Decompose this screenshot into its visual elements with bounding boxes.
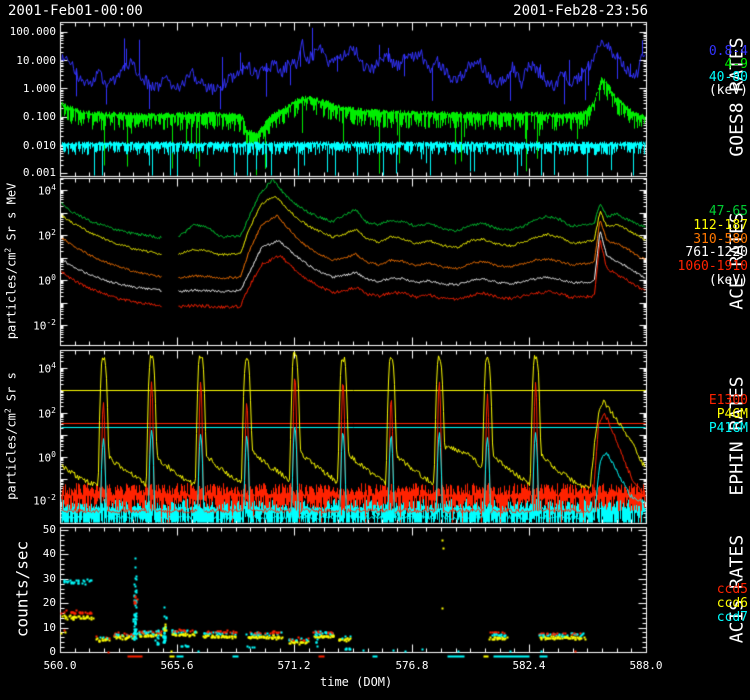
ephin-ytick-label: 100 [38,449,56,461]
ephin-ytick-label: 10-2 [33,492,56,504]
end-time-label: 2001-Feb28-23:56 [513,3,648,19]
ace-ytick-label: 10-2 [33,317,56,329]
plot-canvas [0,0,750,700]
x-tick-label: 560.0 [37,659,83,672]
ephin-ytick-label: 104 [38,360,56,372]
start-time-label: 2001-Feb01-00:00 [8,3,143,19]
ace-legend-item: 47-65 [709,205,748,218]
ephin-y-axis-title: particles/cm2 Sr s [4,372,19,500]
acis-y-axis-title: counts/sec [13,541,32,637]
ace-legend-item: 761-1220 [685,246,748,259]
acis-legend-item: ccd5 [717,583,748,596]
ace-legend-unit: (keV) [709,274,748,287]
ephin-ytick-label: 102 [38,405,56,417]
x-tick-label: 565.6 [154,659,200,672]
goes-legend-unit: (keV) [709,84,748,97]
acis-ytick-label: 50 [43,524,56,536]
ephin-legend-item: P41GM [709,422,748,435]
acis-ytick-label: 30 [43,573,56,585]
plot-root: 2001-Feb01-00:00 2001-Feb28-23:56 100.00… [0,0,750,700]
acis-ytick-label: 40 [43,548,56,560]
goes-ytick-label: 10.000 [16,55,56,67]
ace-y-axis-title: particles/cm2 Sr s MeV [4,183,19,340]
x-tick-label: 571.2 [271,659,317,672]
acis-ytick-label: 20 [43,597,56,609]
x-tick-label: 582.4 [506,659,552,672]
goes-ytick-label: 100.000 [10,26,56,38]
goes-ytick-label: 0.010 [23,140,56,152]
x-axis-title: time (DOM) [320,675,392,689]
goes-ytick-label: 1.000 [23,83,56,95]
ace-ytick-label: 104 [38,182,56,194]
ephin-legend-item: E1300 [709,394,748,407]
x-tick-label: 588.0 [623,659,669,672]
x-tick-label: 576.8 [389,659,435,672]
acis-ytick-label: 10 [43,622,56,634]
acis-legend-item: ccd6 [717,597,748,610]
ace-ytick-label: 102 [38,227,56,239]
ephin-legend-item: P4GM [717,408,748,421]
acis-legend-item: ccd7 [717,611,748,624]
ace-ytick-label: 100 [38,272,56,284]
acis-ytick-label: 0 [49,646,56,658]
goes-ytick-label: 0.100 [23,111,56,123]
ace-legend-item: 112-187 [693,219,748,232]
goes-ytick-label: 0.001 [23,167,56,179]
ace-legend-item: 1060-1910 [678,260,748,273]
